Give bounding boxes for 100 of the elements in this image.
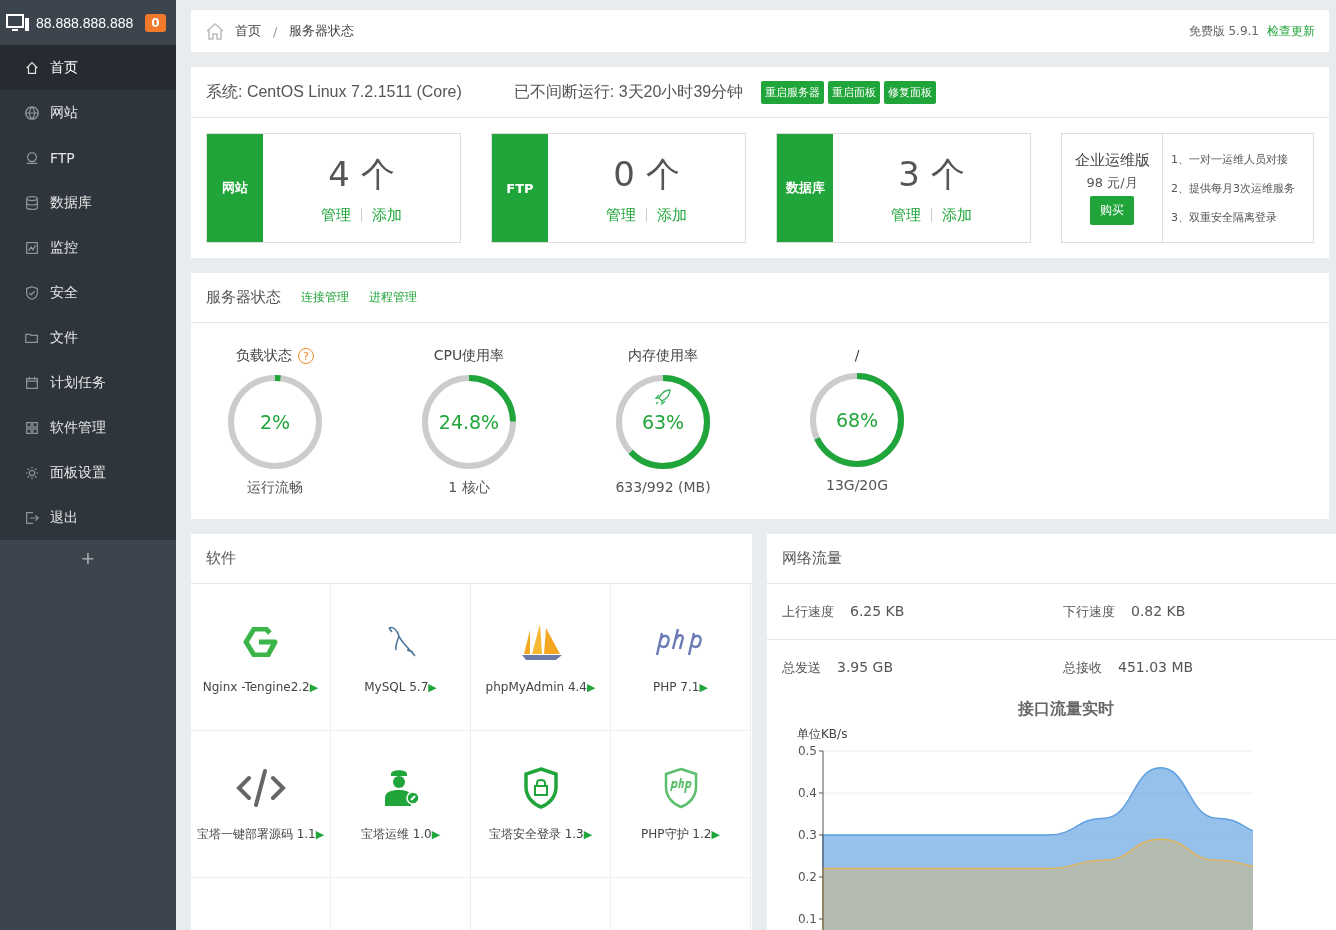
nav-icon	[24, 59, 40, 76]
feature-text: 1、一对一运维人员对接	[1171, 151, 1289, 167]
axis-tick-label: 0.2	[797, 870, 817, 884]
gauge-caption: 运行流畅	[247, 479, 303, 497]
nav-item[interactable]: 退出	[0, 495, 176, 540]
software-item[interactable]: Nginx -Tengine2.2▶	[191, 584, 331, 731]
stat-link[interactable]: 添加	[942, 205, 972, 225]
software-name: Nginx -Tengine2.2	[202, 680, 310, 694]
axis-tick-label: 0.4	[797, 786, 817, 800]
stat-count: 3 个	[898, 152, 965, 196]
breadcrumb-link[interactable]: 服务器状态	[289, 22, 355, 40]
play-icon[interactable]: ▶	[431, 827, 441, 841]
action-button[interactable]: 重启面板	[828, 80, 881, 104]
axis-tick-label: 0.5	[797, 744, 817, 758]
stat-count: 0 个	[613, 152, 680, 196]
section-title: 服务器状态	[206, 288, 281, 307]
nav-item[interactable]: 安全	[0, 270, 176, 315]
chart-title: 接口流量实时	[1017, 699, 1115, 720]
play-icon[interactable]: ▶	[309, 680, 319, 694]
play-icon[interactable]: ▶	[583, 827, 593, 841]
software-item[interactable]: phpMyAdmin 4.4▶	[471, 584, 611, 731]
notification-badge[interactable]: 0	[145, 13, 166, 32]
nav-item[interactable]: 计划任务	[0, 360, 176, 405]
stat-link[interactable]: 添加	[657, 205, 687, 225]
nav-icon	[24, 104, 40, 121]
stat-link[interactable]: 管理	[606, 205, 636, 225]
hexagon-g-icon	[242, 627, 279, 657]
gauge-value: 68%	[835, 409, 879, 431]
play-icon[interactable]: ▶	[699, 680, 708, 694]
nav-icon	[24, 149, 40, 166]
promo-title: 企业运维版	[1074, 151, 1150, 170]
uptime-text: 已不间断运行: 3天20小时39分钟	[513, 81, 744, 102]
code-icon	[234, 767, 287, 808]
version-text: 免费版 5.9.1	[1188, 22, 1259, 40]
gauge-value: 63%	[641, 411, 685, 433]
software-item[interactable]: MySQL 5.7▶	[331, 584, 471, 731]
stat-count: 4 个	[328, 152, 395, 196]
stat-label: 网站	[207, 134, 263, 242]
shield-php-icon	[662, 766, 699, 809]
stat-label: 总发送	[782, 658, 821, 677]
play-icon[interactable]: ▶	[587, 680, 596, 694]
action-button[interactable]: 修复面板	[884, 80, 937, 104]
software-item[interactable]: PHP 7.1▶	[611, 584, 751, 731]
rocket-icon	[653, 387, 673, 407]
breadcrumb-link[interactable]: 首页	[235, 22, 261, 40]
nav-item[interactable]: 监控	[0, 225, 176, 270]
gauge-caption: 1 核心	[448, 479, 490, 497]
play-icon[interactable]: ▶	[428, 680, 437, 694]
feature-text: 3、双重安全隔离登录	[1171, 209, 1278, 225]
nav-item[interactable]: 数据库	[0, 180, 176, 225]
stat-label: FTP	[492, 134, 548, 242]
nav-icon	[24, 509, 40, 526]
stat-link[interactable]: 添加	[372, 205, 402, 225]
stat-label: 上行速度	[782, 602, 834, 621]
software-item[interactable]: 宝塔安全登录 1.3▶	[471, 731, 611, 878]
nav-item[interactable]: 网站	[0, 90, 176, 135]
breadcrumb-separator: /	[273, 23, 278, 39]
stat-link[interactable]: 管理	[891, 205, 921, 225]
nav-icon	[24, 194, 40, 211]
feature-text: 2、提供每月3次运维服务	[1171, 180, 1296, 196]
software-item[interactable]: 宝塔运维 1.0▶	[331, 731, 471, 878]
nav-item[interactable]: FTP	[0, 135, 176, 180]
system-info: 系统: CentOS Linux 7.2.1511 (Core)	[206, 81, 462, 102]
status-link[interactable]: 连接管理	[301, 289, 349, 306]
section-title: 软件	[206, 549, 236, 568]
gauge-title: CPU使用率	[433, 347, 505, 365]
nav-item[interactable]: 软件管理	[0, 405, 176, 450]
stat-link[interactable]: 管理	[321, 205, 351, 225]
nav-item[interactable]: 文件	[0, 315, 176, 360]
chart-unit: 单位KB/s	[797, 726, 849, 743]
software-name: 宝塔一键部署源码 1.1	[196, 825, 316, 843]
software-name: phpMyAdmin 4.4	[485, 680, 587, 694]
section-title: 网络流量	[782, 549, 842, 568]
nav-item[interactable]: 首页	[0, 45, 176, 90]
nav-icon	[24, 284, 40, 301]
home-icon	[205, 22, 225, 40]
software-name: PHP 7.1	[653, 680, 700, 694]
stat-value: 451.03 MB	[1118, 658, 1194, 677]
play-icon[interactable]: ▶	[711, 827, 720, 841]
software-item[interactable]: 宝塔一键部署源码 1.1▶	[191, 731, 331, 878]
software-item[interactable]: PHP守护 1.2▶	[611, 731, 751, 878]
status-link[interactable]: 进程管理	[369, 289, 417, 306]
nav-item[interactable]: 面板设置	[0, 450, 176, 495]
check-update-link[interactable]: 检查更新	[1267, 22, 1315, 40]
gauge-caption: 13G/20G	[825, 477, 888, 493]
stat-label: 下行速度	[1063, 602, 1115, 621]
nav-icon	[24, 374, 40, 391]
gauge-title: 负载状态	[236, 347, 292, 365]
stat-value: 0.82 KB	[1131, 602, 1186, 621]
action-button[interactable]: 重启服务器	[761, 80, 825, 104]
buy-button[interactable]: 购买	[1090, 196, 1134, 225]
axis-tick-label: 0.1	[797, 912, 817, 926]
play-icon[interactable]: ▶	[315, 827, 325, 841]
promo-price: 98 元/月	[1086, 174, 1138, 192]
server-address: 88.888.888.888	[36, 14, 134, 31]
add-button[interactable]: +	[73, 546, 103, 572]
stat-label: 总接收	[1063, 658, 1102, 677]
stat-label: 数据库	[777, 134, 833, 242]
gauge-title: 内存使用率	[628, 347, 698, 365]
gauge-caption: 633/992 (MB)	[615, 479, 711, 495]
